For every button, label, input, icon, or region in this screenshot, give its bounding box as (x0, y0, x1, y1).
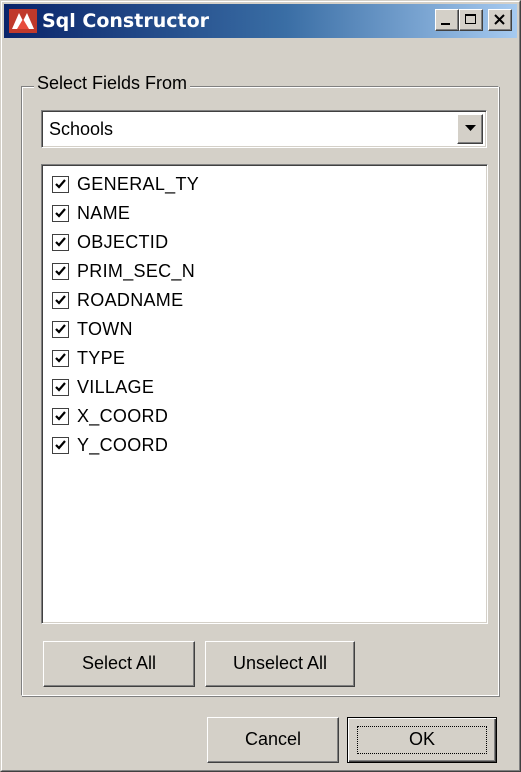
maximize-button[interactable] (459, 9, 483, 31)
field-label: ROADNAME (77, 289, 184, 310)
field-item-x-coord[interactable]: X_COORD (52, 403, 168, 429)
checkmark-icon (55, 207, 66, 218)
ok-button-label: OK (408, 729, 435, 749)
checkmark-icon (55, 265, 66, 276)
select-all-button[interactable]: Select All (43, 641, 195, 687)
field-label: VILLAGE (77, 376, 155, 397)
field-label: Y_COORD (77, 434, 169, 455)
checkmark-icon (55, 236, 66, 247)
field-label: GENERAL_TY (77, 173, 200, 194)
field-item-prim-sec-n[interactable]: PRIM_SEC_N (52, 258, 195, 284)
sql-constructor-window: Sql Constructor Select Fields From Schoo… (0, 0, 521, 772)
cancel-button[interactable]: Cancel (207, 717, 339, 763)
field-item-objectid[interactable]: OBJECTID (52, 229, 168, 255)
unselect-all-button[interactable]: Unselect All (205, 641, 355, 687)
field-item-name[interactable]: NAME (52, 200, 130, 226)
field-checkbox[interactable] (52, 349, 69, 367)
checkmark-icon (55, 323, 66, 334)
field-checkbox[interactable] (52, 320, 69, 338)
field-checkbox[interactable] (52, 233, 69, 251)
field-checkbox[interactable] (52, 407, 69, 425)
app-icon (9, 9, 37, 33)
maximize-icon (465, 14, 476, 24)
field-label: OBJECTID (77, 231, 169, 252)
checkmark-icon (55, 381, 66, 392)
groupbox-legend: Select Fields From (34, 73, 191, 94)
field-label: TYPE (77, 347, 126, 368)
field-checkbox[interactable] (52, 291, 69, 309)
dropdown-button[interactable] (457, 114, 483, 144)
checkmark-icon (55, 294, 66, 305)
field-item-town[interactable]: TOWN (52, 316, 133, 342)
field-item-general-ty[interactable]: GENERAL_TY (52, 171, 199, 197)
field-list[interactable]: GENERAL_TY NAME OBJECTID PRIM_SEC_N ROAD… (41, 164, 488, 624)
field-checkbox[interactable] (52, 378, 69, 396)
field-checkbox[interactable] (52, 262, 69, 280)
field-item-roadname[interactable]: ROADNAME (52, 287, 183, 313)
checkmark-icon (55, 410, 66, 421)
chevron-down-icon (465, 125, 476, 131)
field-label: NAME (77, 202, 131, 223)
close-button[interactable] (488, 9, 512, 31)
field-checkbox[interactable] (52, 436, 69, 454)
field-item-y-coord[interactable]: Y_COORD (52, 432, 168, 458)
field-label: PRIM_SEC_N (77, 260, 196, 281)
close-icon (494, 14, 505, 25)
checkmark-icon (55, 178, 66, 189)
field-checkbox[interactable] (52, 175, 69, 193)
checkmark-icon (55, 439, 66, 450)
field-item-type[interactable]: TYPE (52, 345, 125, 371)
window-title: Sql Constructor (42, 10, 209, 32)
field-label: X_COORD (77, 405, 169, 426)
field-label: TOWN (77, 318, 133, 339)
field-item-village[interactable]: VILLAGE (52, 374, 154, 400)
title-bar[interactable]: Sql Constructor (4, 4, 517, 38)
layer-select-value: Schools (49, 119, 114, 139)
minimize-icon (441, 23, 450, 25)
minimize-button[interactable] (435, 9, 459, 31)
ok-button[interactable]: OK (347, 717, 497, 763)
checkmark-icon (55, 352, 66, 363)
layer-select[interactable]: Schools (41, 110, 487, 148)
field-checkbox[interactable] (52, 204, 69, 222)
